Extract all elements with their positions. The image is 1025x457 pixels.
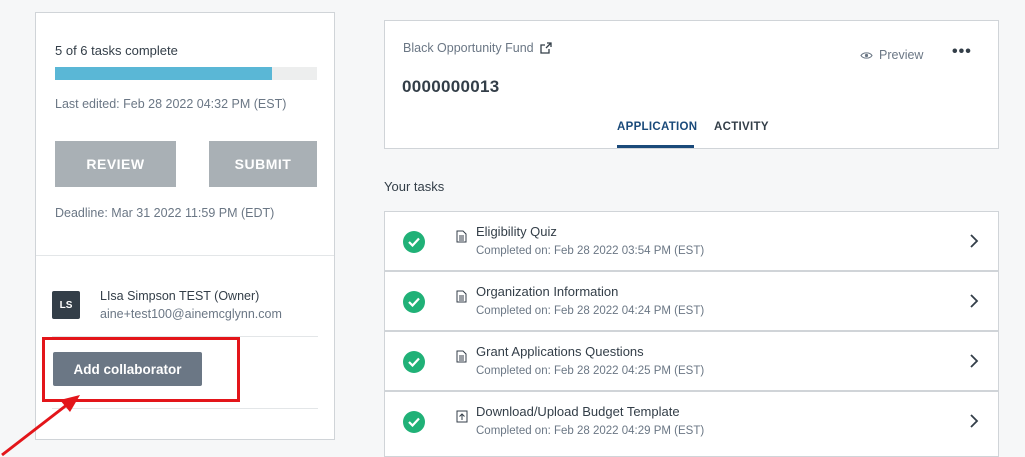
review-button[interactable]: REVIEW (55, 141, 176, 187)
fund-name: Black Opportunity Fund (403, 41, 534, 55)
document-icon (456, 230, 467, 243)
task-completed-date: Completed on: Feb 28 2022 04:24 PM (EST) (476, 305, 705, 317)
check-circle-icon (403, 291, 425, 313)
more-options-icon[interactable]: ••• (952, 43, 972, 61)
preview-button[interactable]: Preview (860, 48, 923, 62)
task-title: Organization Information (476, 284, 619, 299)
document-icon (456, 290, 467, 303)
task-completed-date: Completed on: Feb 28 2022 03:54 PM (EST) (476, 245, 705, 257)
divider (36, 255, 334, 256)
chevron-right-icon (970, 414, 979, 428)
owner-name: LIsa Simpson TEST (Owner) (100, 289, 260, 303)
owner-email: aine+test100@ainemcglynn.com (100, 307, 282, 321)
divider (52, 408, 318, 409)
submission-panel: 5 of 6 tasks complete Last edited: Feb 2… (35, 12, 335, 440)
active-tab-indicator (617, 145, 694, 148)
tab-activity[interactable]: ACTIVITY (714, 121, 769, 133)
task-title: Download/Upload Budget Template (476, 404, 680, 419)
task-list: Eligibility Quiz Completed on: Feb 28 20… (384, 211, 999, 457)
annotation-arrow-icon (1, 395, 80, 457)
task-completed-date: Completed on: Feb 28 2022 04:29 PM (EST) (476, 425, 705, 437)
progress-text: 5 of 6 tasks complete (55, 43, 178, 58)
tab-application[interactable]: APPLICATION (617, 121, 697, 133)
task-item[interactable]: Download/Upload Budget Template Complete… (384, 391, 999, 457)
application-header: Black Opportunity Fund Preview ••• 00000… (384, 20, 999, 149)
upload-icon (456, 410, 468, 423)
chevron-right-icon (970, 234, 979, 248)
eye-icon (860, 51, 873, 59)
document-icon (456, 350, 467, 363)
check-circle-icon (403, 231, 425, 253)
last-edited-text: Last edited: Feb 28 2022 04:32 PM (EST) (55, 97, 287, 111)
deadline-text: Deadline: Mar 31 2022 11:59 PM (EDT) (55, 206, 275, 220)
progress-bar-fill (55, 67, 273, 80)
submit-button[interactable]: SUBMIT (209, 141, 317, 187)
chevron-right-icon (970, 294, 979, 308)
fund-name-link[interactable]: Black Opportunity Fund (403, 41, 552, 55)
task-item[interactable]: Organization Information Completed on: F… (384, 271, 999, 331)
task-item[interactable]: Grant Applications Questions Completed o… (384, 331, 999, 391)
application-number: 0000000013 (402, 77, 500, 96)
avatar: LS (52, 291, 80, 319)
tasks-heading: Your tasks (384, 179, 445, 194)
task-title: Grant Applications Questions (476, 344, 644, 359)
check-circle-icon (403, 351, 425, 373)
task-title: Eligibility Quiz (476, 224, 557, 239)
preview-label: Preview (879, 48, 924, 62)
chevron-right-icon (970, 354, 979, 368)
check-circle-icon (403, 411, 425, 433)
external-link-icon (539, 42, 552, 54)
task-completed-date: Completed on: Feb 28 2022 04:25 PM (EST) (476, 365, 705, 377)
task-item[interactable]: Eligibility Quiz Completed on: Feb 28 20… (384, 211, 999, 271)
progress-bar (55, 67, 317, 80)
